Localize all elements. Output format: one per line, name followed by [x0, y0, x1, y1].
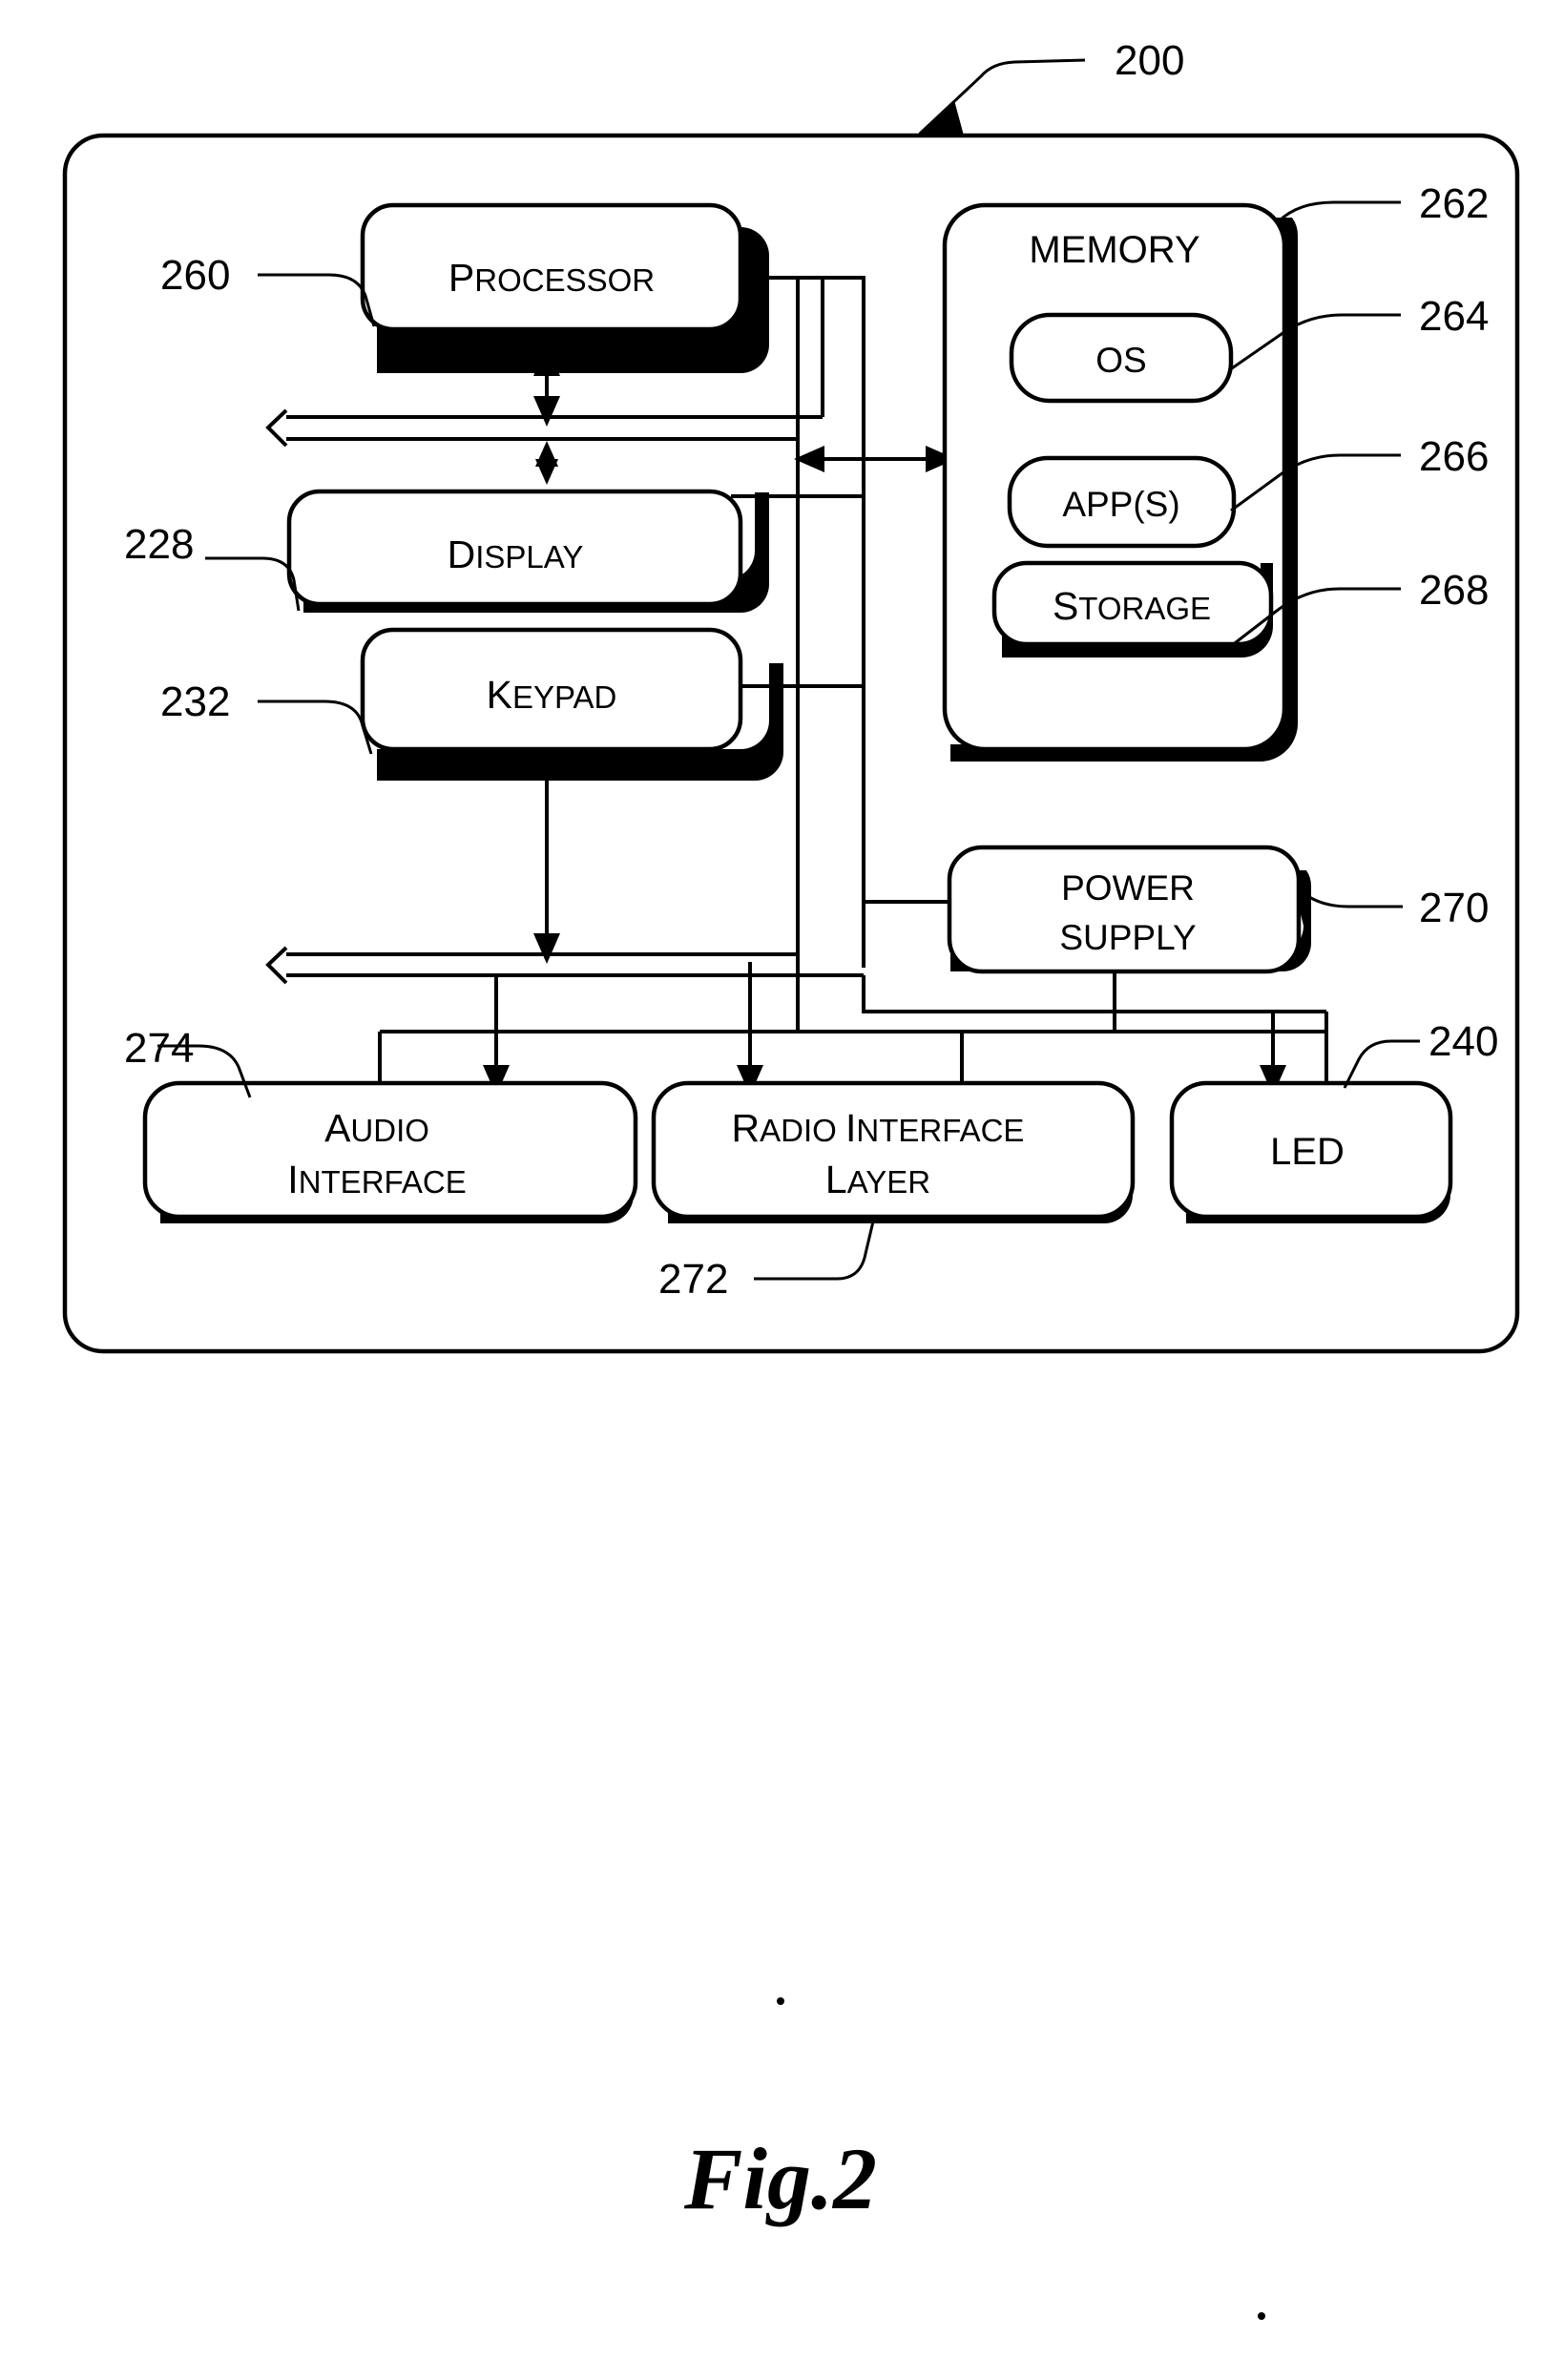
- figure-caption: Fig.2: [683, 2130, 877, 2227]
- storage-label: STORAGE: [1053, 584, 1211, 628]
- block-radio-interface-layer[interactable]: RADIO INTERFACE LAYER: [651, 1080, 1136, 1223]
- block-apps[interactable]: APP(S): [1007, 455, 1237, 549]
- os-label: OS: [1095, 341, 1146, 380]
- led-label: LED: [1270, 1131, 1345, 1173]
- block-memory[interactable]: MEMORY OS APP(S) STORAGE: [942, 202, 1299, 762]
- apps-label: APP(S): [1062, 485, 1179, 524]
- processor-label: PROCESSOR: [448, 256, 655, 300]
- block-audio-interface[interactable]: AUDIO INTERFACE: [142, 1080, 638, 1223]
- figure-2-diagram: 200 PROCESSOR 260 DISPLAY 228 KEYPAD 232…: [0, 0, 1564, 2380]
- audio-interface-label-line2: INTERFACE: [287, 1158, 466, 1201]
- memory-label: MEMORY: [1029, 229, 1199, 271]
- audio-interface-label-line1: AUDIO: [324, 1106, 429, 1150]
- power-supply-label-line2: SUPPLY: [1059, 918, 1196, 957]
- block-os[interactable]: OS: [1009, 312, 1234, 404]
- block-keypad[interactable]: KEYPAD: [360, 627, 783, 781]
- ref-264-label: 264: [1419, 293, 1489, 340]
- block-processor[interactable]: PROCESSOR: [360, 202, 769, 373]
- ref-272-label: 272: [658, 1256, 728, 1303]
- patent-figure-svg: 200 PROCESSOR 260 DISPLAY 228 KEYPAD 232…: [0, 0, 1564, 2380]
- power-supply-label-line1: POWER: [1061, 868, 1195, 908]
- display-label: DISPLAY: [448, 532, 584, 576]
- keypad-label: KEYPAD: [487, 673, 617, 717]
- block-power-supply[interactable]: POWER SUPPLY: [947, 845, 1312, 974]
- scan-speck: [777, 1997, 784, 2005]
- ref-232-label: 232: [160, 679, 230, 725]
- ref-200-label: 200: [1115, 37, 1184, 84]
- ref-240-label: 240: [1428, 1018, 1498, 1065]
- radio-interface-layer-label-line1: RADIO INTERFACE: [732, 1106, 1025, 1150]
- ref-274-label: 274: [124, 1025, 194, 1072]
- block-storage[interactable]: STORAGE: [991, 560, 1274, 658]
- ref-262-label: 262: [1419, 180, 1489, 227]
- ref-228-label: 228: [124, 521, 194, 568]
- ref-266-label: 266: [1419, 433, 1489, 480]
- ref-260-label: 260: [160, 252, 230, 299]
- ref-268-label: 268: [1419, 567, 1489, 614]
- scan-speck: [1258, 2312, 1265, 2320]
- block-display[interactable]: DISPLAY: [286, 489, 769, 613]
- block-led[interactable]: LED: [1169, 1080, 1453, 1223]
- radio-interface-layer-label-line2: LAYER: [825, 1158, 930, 1201]
- ref-270-label: 270: [1419, 885, 1489, 931]
